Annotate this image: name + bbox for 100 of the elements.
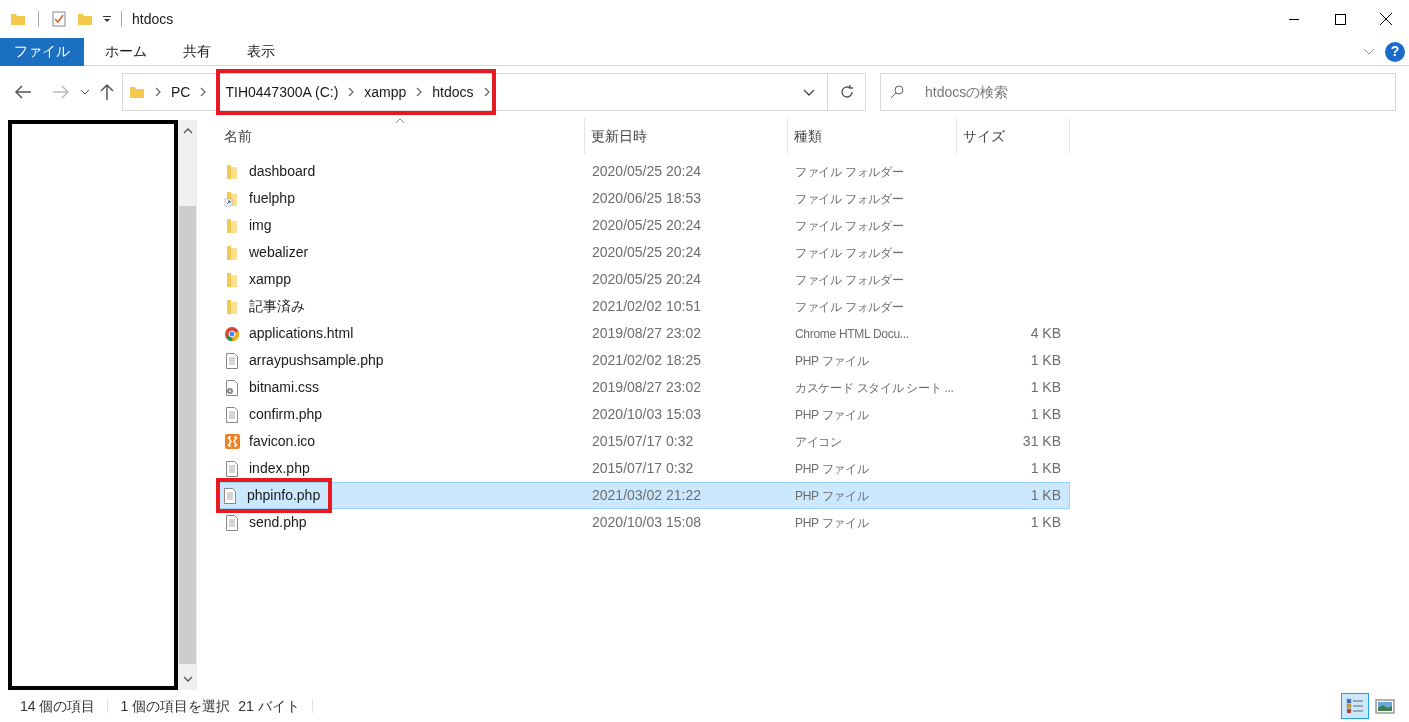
file-name: favicon.ico <box>249 432 316 451</box>
scroll-down-icon[interactable] <box>182 676 193 682</box>
file-row[interactable]: bitnami.css 2019/08/27 23:02 カスケード スタイル シート ... 1 KB <box>218 374 1070 401</box>
scrollbar-thumb[interactable] <box>179 206 196 664</box>
file-row[interactable]: fuelphp 2020/06/25 18:53 ファイル フォルダー <box>218 185 1070 212</box>
modified-date: 2020/06/25 18:53 <box>591 189 702 208</box>
dropdown-icon[interactable] <box>103 15 111 23</box>
modified-date: 2015/07/17 0:32 <box>591 459 695 478</box>
chevron-right-icon[interactable] <box>200 87 207 97</box>
selection-size: 21 バイト <box>238 696 300 716</box>
file-type: ファイル フォルダー <box>794 271 905 289</box>
file-row[interactable]: confirm.php 2020/10/03 15:03 PHP ファイル 1 KB <box>218 401 1070 428</box>
file-type: ファイル フォルダー <box>794 190 905 208</box>
file-row[interactable]: 記事済み 2021/02/02 10:51 ファイル フォルダー <box>218 293 1070 320</box>
xampp-icon <box>224 433 241 450</box>
file-type: PHP ファイル <box>794 460 870 478</box>
file-name: applications.html <box>249 324 354 343</box>
document-icon <box>224 460 241 477</box>
breadcrumb-item[interactable]: TIH0447300A (C:) <box>225 81 339 103</box>
modified-date: 2021/02/02 18:25 <box>591 351 702 370</box>
chevron-right-icon[interactable] <box>348 87 355 97</box>
modified-date: 2020/10/03 15:08 <box>591 513 702 532</box>
help-button[interactable]: ? <box>1385 41 1405 62</box>
selection-count: 1 個の項目を選択 <box>120 696 231 716</box>
chevron-right-icon[interactable] <box>483 87 490 97</box>
sort-ascending-icon <box>395 118 405 124</box>
file-name: confirm.php <box>249 405 323 424</box>
scrollbar[interactable] <box>178 120 197 690</box>
details-view-button[interactable] <box>1341 693 1369 719</box>
chrome-icon <box>224 325 241 342</box>
file-size: 1 KB <box>1029 351 1061 370</box>
file-size: 4 KB <box>1029 324 1061 343</box>
refresh-button[interactable] <box>828 73 866 111</box>
file-name: phpinfo.php <box>247 486 321 505</box>
file-name: img <box>249 216 272 235</box>
file-size: 31 KB <box>1021 432 1061 451</box>
modified-date: 2020/05/25 20:24 <box>591 162 702 181</box>
breadcrumb-item[interactable]: xampp <box>364 81 407 103</box>
modified-date: 2015/07/17 0:32 <box>591 432 695 451</box>
file-row[interactable]: applications.html 2019/08/27 23:02 Chrome HTML Docu... 4 KB <box>218 320 1070 347</box>
file-row[interactable]: dashboard 2020/05/25 20:24 ファイル フォルダー <box>218 158 1070 185</box>
back-arrow-icon[interactable] <box>14 85 32 99</box>
folder-icon <box>129 84 145 100</box>
column-header[interactable]: 種類 <box>788 118 957 154</box>
breadcrumb-item[interactable]: htdocs <box>432 81 474 103</box>
file-size: 1 KB <box>1029 378 1061 397</box>
file-menu-tab[interactable]: ファイル <box>0 37 84 66</box>
file-name: index.php <box>249 459 310 478</box>
file-type: PHP ファイル <box>794 514 870 532</box>
file-row[interactable]: xampp 2020/05/25 20:24 ファイル フォルダー <box>218 266 1070 293</box>
file-name: fuelphp <box>249 189 295 208</box>
file-size: 1 KB <box>1029 513 1061 532</box>
file-name: send.php <box>249 513 307 532</box>
column-header[interactable]: 名前 <box>218 118 585 154</box>
modified-date: 2021/03/02 21:22 <box>591 486 702 505</box>
file-row[interactable]: favicon.ico 2015/07/17 0:32 アイコン 31 KB <box>218 428 1070 455</box>
scroll-up-icon[interactable] <box>182 128 193 134</box>
up-arrow-icon[interactable] <box>100 83 114 101</box>
properties-icon[interactable] <box>51 11 67 27</box>
file-type: Chrome HTML Docu... <box>794 325 910 343</box>
modified-date: 2020/05/25 20:24 <box>591 270 702 289</box>
document-icon <box>224 406 241 423</box>
column-header[interactable]: 更新日時 <box>585 118 788 154</box>
modified-date: 2019/08/27 23:02 <box>591 378 702 397</box>
file-type: PHP ファイル <box>794 406 870 424</box>
modified-date: 2020/05/25 20:24 <box>591 216 702 235</box>
column-header[interactable]: サイズ <box>957 118 1070 154</box>
modified-date: 2020/05/25 20:24 <box>591 243 702 262</box>
file-name: bitnami.css <box>249 378 320 397</box>
file-type: ファイル フォルダー <box>794 217 905 235</box>
ribbon-tab[interactable]: 共有 <box>168 37 226 66</box>
ribbon-tab[interactable]: 表示 <box>232 37 290 66</box>
chevron-right-icon[interactable] <box>416 87 423 97</box>
maximize-icon <box>1334 13 1346 25</box>
file-type: カスケード スタイル シート ... <box>794 379 955 397</box>
item-count: 14 個の項目 <box>20 696 96 716</box>
file-name: webalizer <box>249 243 309 262</box>
document-icon <box>222 487 239 504</box>
recent-dropdown-icon[interactable] <box>80 89 90 95</box>
file-row[interactable]: webalizer 2020/05/25 20:24 ファイル フォルダー <box>218 239 1070 266</box>
modified-date: 2020/10/03 15:03 <box>591 405 702 424</box>
large-icons-view-icon <box>1374 696 1396 716</box>
document-icon <box>224 352 241 369</box>
dropdown-icon[interactable] <box>803 88 815 96</box>
search-icon <box>890 85 904 99</box>
details-view-icon <box>1344 696 1366 716</box>
breadcrumb-item[interactable]: PC <box>171 81 191 103</box>
file-name: arraypushsample.php <box>249 351 384 370</box>
file-size: 1 KB <box>1029 486 1061 505</box>
file-row[interactable]: arraypushsample.php 2021/02/02 18:25 PHP ファイル 1 KB <box>218 347 1070 374</box>
file-row[interactable]: img 2020/05/25 20:24 ファイル フォルダー <box>218 212 1070 239</box>
chevron-down-icon[interactable] <box>1363 47 1375 56</box>
file-row[interactable]: index.php 2015/07/17 0:32 PHP ファイル 1 KB <box>218 455 1070 482</box>
ribbon-tab[interactable]: ホーム <box>90 37 162 66</box>
file-row[interactable]: send.php 2020/10/03 15:08 PHP ファイル 1 KB <box>218 509 1070 536</box>
modified-date: 2019/08/27 23:02 <box>591 324 702 343</box>
file-type: ファイル フォルダー <box>794 163 905 181</box>
search-field[interactable]: htdocsの検索 <box>880 73 1396 111</box>
chevron-right-icon[interactable] <box>155 87 161 97</box>
minimize-icon <box>1289 18 1299 20</box>
